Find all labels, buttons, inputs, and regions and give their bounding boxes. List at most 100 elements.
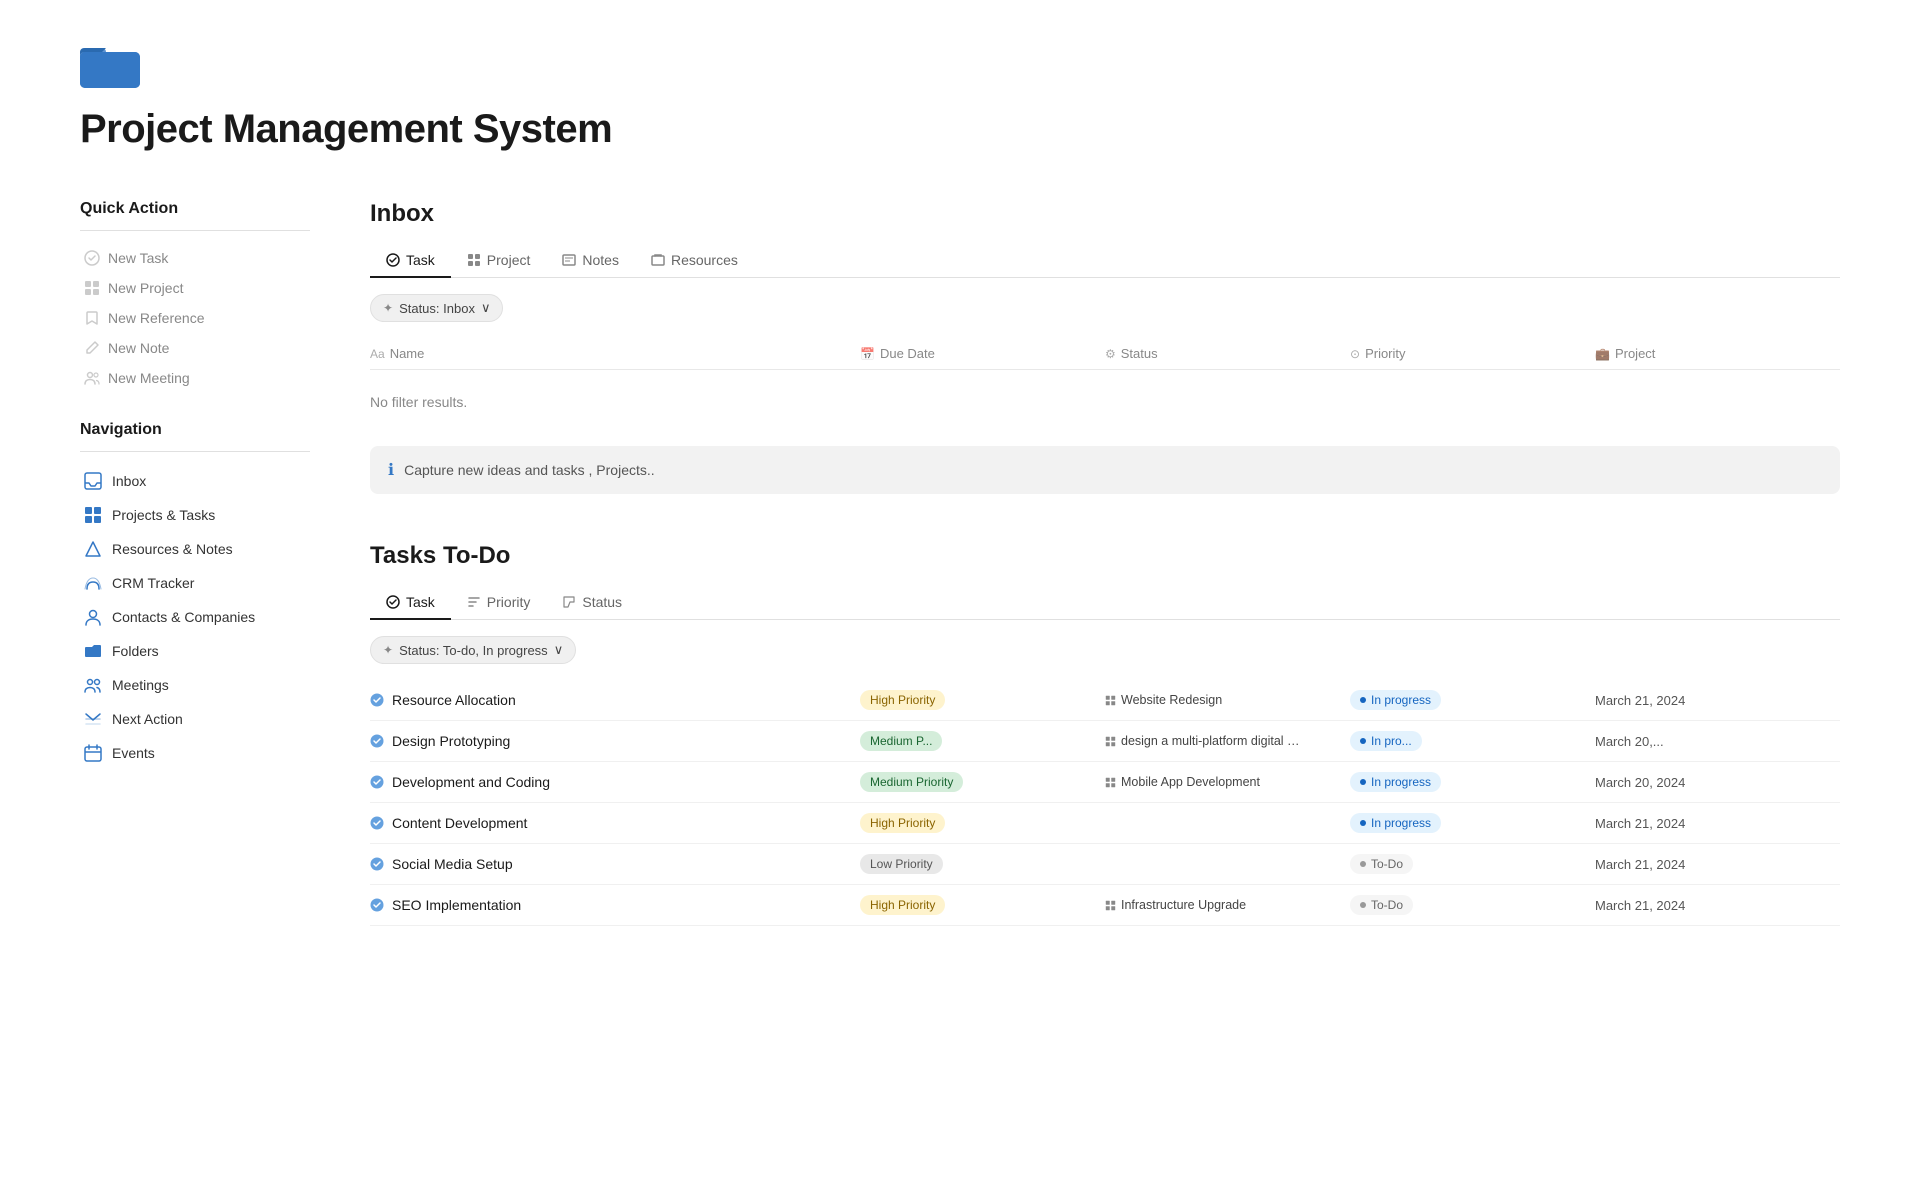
new-task-button[interactable]: New Task — [80, 243, 310, 273]
sidebar-item-projects-label: Projects & Tasks — [112, 507, 215, 523]
task-project-cell: design a multi-platform digital marketin… — [1105, 734, 1350, 748]
sidebar-item-crm-label: CRM Tracker — [112, 575, 194, 591]
events-nav-icon — [84, 744, 102, 762]
table-row[interactable]: Content Development High Priority In pro… — [370, 803, 1840, 844]
new-meeting-label: New Meeting — [108, 370, 190, 386]
table-row[interactable]: Social Media Setup Low Priority To-Do — [370, 844, 1840, 885]
task-row-icon — [370, 816, 384, 830]
inbox-info-text: Capture new ideas and tasks , Projects.. — [404, 462, 655, 478]
inbox-nav-icon — [84, 472, 102, 490]
th-priority-label: Priority — [1365, 346, 1405, 361]
page-title: Project Management System — [80, 107, 1840, 152]
inbox-info-banner: ℹ Capture new ideas and tasks , Projects… — [370, 446, 1840, 494]
tab-notes-label: Notes — [582, 252, 619, 268]
folder-icon — [80, 40, 140, 88]
task-project-cell: Infrastructure Upgrade — [1105, 898, 1350, 912]
sidebar-item-inbox[interactable]: Inbox — [80, 464, 310, 498]
sidebar-item-resources[interactable]: Resources & Notes — [80, 532, 310, 566]
table-row[interactable]: Design Prototyping Medium P... — [370, 721, 1840, 762]
tasks-status-filter[interactable]: ✦ Status: To-do, In progress ∨ — [370, 636, 576, 664]
tab-task[interactable]: Task — [370, 244, 451, 278]
sidebar-item-crm[interactable]: CRM Tracker — [80, 566, 310, 600]
status-badge: In progress — [1350, 772, 1441, 792]
info-icon: ℹ — [388, 460, 394, 480]
grid-icon — [84, 280, 100, 296]
tab-resources-label: Resources — [671, 252, 738, 268]
new-reference-button[interactable]: New Reference — [80, 303, 310, 333]
crm-nav-icon — [84, 574, 102, 592]
inbox-status-filter[interactable]: ✦ Status: Inbox ∨ — [370, 294, 503, 322]
new-project-button[interactable]: New Project — [80, 273, 310, 303]
new-meeting-button[interactable]: New Meeting — [80, 363, 310, 393]
status-badge: In pro... — [1350, 731, 1422, 751]
tasks-tab-task[interactable]: Task — [370, 586, 451, 620]
resources-tab-icon — [651, 253, 665, 267]
tab-project[interactable]: Project — [451, 244, 547, 278]
sidebar-item-projects-tasks[interactable]: Projects & Tasks — [80, 498, 310, 532]
status-tab-icon — [562, 595, 576, 609]
new-task-label: New Task — [108, 250, 168, 266]
contacts-nav-icon — [84, 608, 102, 626]
sidebar-item-meetings[interactable]: Meetings — [80, 668, 310, 702]
th-name-icon: Aa — [370, 347, 385, 361]
task-name: Social Media Setup — [370, 856, 860, 872]
status-badge: In progress — [1350, 690, 1441, 710]
navigation-title: Navigation — [80, 421, 310, 439]
tasks-filter-chevron-icon: ∨ — [554, 642, 564, 658]
tasks-filter-label: Status: To-do, In progress — [399, 643, 548, 658]
tasks-filter-row: ✦ Status: To-do, In progress ∨ — [370, 636, 1840, 664]
status-dot — [1360, 861, 1366, 867]
sidebar-item-folders[interactable]: Folders — [80, 634, 310, 668]
th-priority-icon: ⊙ — [1350, 347, 1360, 361]
task-status-cell: To-Do — [1350, 854, 1595, 874]
new-note-button[interactable]: New Note — [80, 333, 310, 363]
table-row[interactable]: SEO Implementation High Priority — [370, 885, 1840, 926]
tasks-tab-status[interactable]: Status — [546, 586, 638, 620]
sidebar-item-next-action[interactable]: Next Action — [80, 702, 310, 736]
task-status-cell: In progress — [1350, 813, 1595, 833]
th-project-icon: 💼 — [1595, 347, 1610, 361]
table-row[interactable]: Resource Allocation High Priority — [370, 680, 1840, 721]
task-priority-cell: High Priority — [860, 813, 1105, 833]
task-date-cell: March 21, 2024 — [1595, 693, 1840, 708]
task-project-cell: Website Redesign — [1105, 693, 1350, 707]
task-status-cell: To-Do — [1350, 895, 1595, 915]
sidebar-item-meetings-label: Meetings — [112, 677, 169, 693]
tasks-table: Resource Allocation High Priority — [370, 680, 1840, 926]
notes-tab-icon — [562, 253, 576, 267]
status-dot — [1360, 902, 1366, 908]
status-badge: In progress — [1350, 813, 1441, 833]
tab-notes[interactable]: Notes — [546, 244, 635, 278]
tasks-tab-priority[interactable]: Priority — [451, 586, 547, 620]
inbox-section-title: Inbox — [370, 200, 1840, 228]
page-header: Project Management System — [80, 40, 1840, 152]
tab-resources[interactable]: Resources — [635, 244, 754, 278]
task-date-cell: March 21, 2024 — [1595, 898, 1840, 913]
task-priority-cell: Medium P... — [860, 731, 1105, 751]
priority-badge: High Priority — [860, 813, 945, 833]
priority-tab-icon — [467, 595, 481, 609]
status-badge: To-Do — [1350, 854, 1413, 874]
table-row[interactable]: Development and Coding Medium Priority — [370, 762, 1840, 803]
project-cell-icon — [1105, 900, 1116, 911]
people-icon — [84, 370, 100, 386]
quick-action-section: Quick Action New Task — [80, 200, 310, 393]
project-cell-icon — [1105, 695, 1116, 706]
task-row-icon — [370, 857, 384, 871]
inbox-table-header: Aa Name 📅 Due Date ⚙ Status ⊙ Priority — [370, 338, 1840, 370]
sidebar-item-events[interactable]: Events — [80, 736, 310, 770]
next-action-nav-icon — [84, 710, 102, 728]
new-project-label: New Project — [108, 280, 183, 296]
inbox-section: Inbox Task — [370, 200, 1840, 494]
th-status: ⚙ Status — [1105, 346, 1350, 361]
status-dot — [1360, 697, 1366, 703]
tasks-filter-spin-icon: ✦ — [383, 643, 393, 657]
project-tab-icon — [467, 253, 481, 267]
task-name: Content Development — [370, 815, 860, 831]
sidebar-item-contacts[interactable]: Contacts & Companies — [80, 600, 310, 634]
filter-spin-icon: ✦ — [383, 301, 393, 315]
th-status-icon: ⚙ — [1105, 347, 1116, 361]
task-priority-cell: High Priority — [860, 895, 1105, 915]
sidebar-item-contacts-label: Contacts & Companies — [112, 609, 255, 625]
tab-project-label: Project — [487, 252, 531, 268]
